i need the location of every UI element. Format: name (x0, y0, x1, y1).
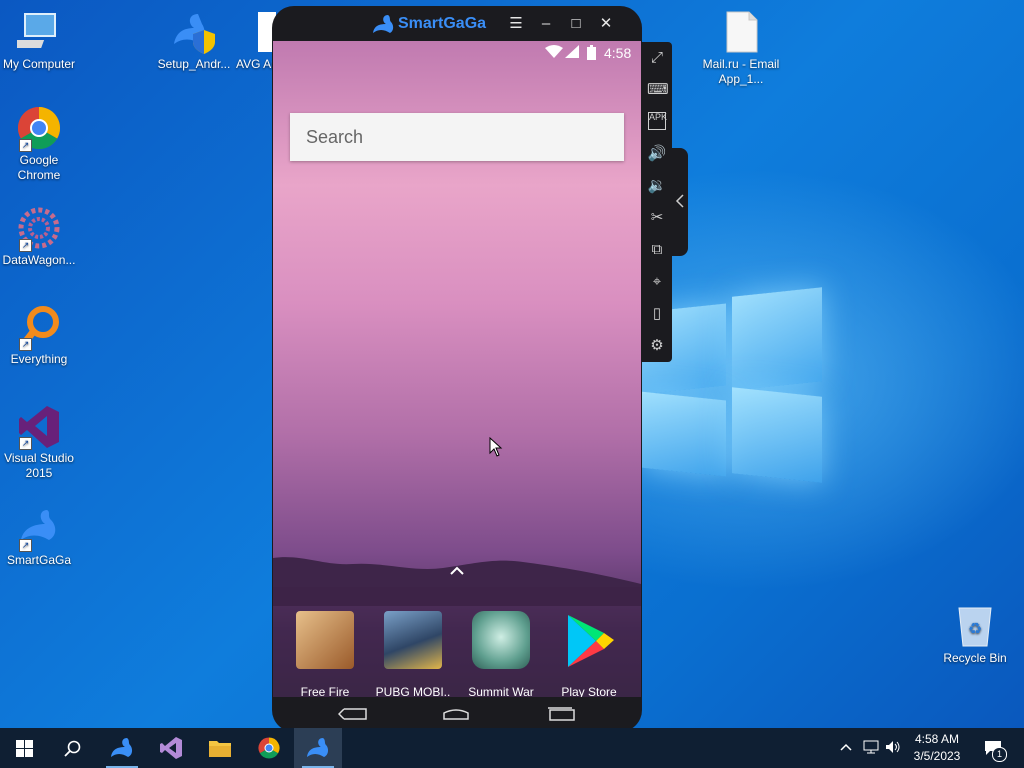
shake-icon[interactable]: ▯ (647, 304, 667, 324)
desktop-icon-visual-studio[interactable]: ↗ Visual Studio 2015 (0, 404, 78, 481)
app-play-store[interactable]: Play Store (545, 611, 633, 697)
svg-text:♻: ♻ (968, 619, 982, 638)
recycle-bin-icon: ♻ (953, 604, 997, 648)
app-dock: Free Fire PUBG MOBI.. Summit War Play St… (273, 587, 641, 697)
notification-count-badge: 1 (992, 747, 1007, 762)
screenshot-scissors-icon[interactable]: ✂ (647, 208, 667, 228)
desktop-icon-label: Recycle Bin (943, 651, 1007, 665)
back-nav-icon[interactable] (338, 707, 368, 721)
taskbar: 4:58 AM 3/5/2023 1 (0, 728, 1024, 768)
desktop-icon-smartgaga[interactable]: ↗ SmartGaGa (0, 506, 78, 568)
app-label: Play Store (561, 685, 617, 697)
wifi-icon (545, 45, 563, 62)
chrome-icon: ↗ (17, 106, 61, 152)
location-icon[interactable]: ⌖ (647, 272, 667, 292)
app-free-fire[interactable]: Free Fire (281, 611, 369, 697)
smartgaga-swan-icon (307, 738, 329, 757)
desktop-icon-label: SmartGaGa (6, 553, 72, 567)
datawagon-icon: ↗ (17, 206, 61, 252)
fullscreen-icon[interactable]: ⤢ (647, 48, 667, 68)
taskbar-search-button[interactable] (48, 728, 96, 768)
windows-start-icon (16, 740, 33, 757)
emulator-title: SmartGaGa (398, 15, 487, 32)
maximize-button[interactable]: □ (566, 14, 586, 34)
desktop-icon-google-chrome[interactable]: ↗ Google Chrome (0, 106, 78, 183)
magnifier-icon: ↗ (17, 305, 61, 351)
visual-studio-icon: ↗ (17, 404, 61, 450)
taskbar-file-explorer[interactable] (196, 728, 244, 768)
keyboard-icon[interactable]: ⌨ (647, 80, 669, 100)
battery-icon (587, 45, 596, 63)
search-bar[interactable]: Search (290, 113, 624, 161)
multi-instance-icon[interactable]: ⧉ (647, 240, 667, 260)
desktop-icon-label: Everything (10, 352, 68, 366)
android-nav-bar (272, 697, 642, 732)
smartgaga-swan-icon: ↗ (17, 506, 61, 552)
apk-install-icon[interactable]: APK (648, 112, 667, 130)
visual-studio-icon (160, 737, 182, 759)
desktop-icon-label: My Computer (2, 57, 76, 71)
app-label: Free Fire (300, 685, 350, 697)
chrome-icon (258, 737, 280, 759)
search-icon (64, 740, 81, 757)
emulator-titlebar[interactable]: SmartGaGa ☰ – □ ✕ (272, 6, 642, 42)
smartgaga-logo-icon (373, 15, 394, 33)
app-label: PUBG MOBI.. (375, 685, 451, 697)
desktop-icon-avg[interactable]: AVG Ar... & Secu... (232, 10, 276, 72)
close-button[interactable]: ✕ (596, 14, 616, 34)
desktop-icon-label: Setup_Andr... (157, 57, 231, 71)
status-clock: 4:58 (604, 45, 632, 61)
app-label: Summit War (468, 685, 534, 697)
taskbar-smartgaga[interactable] (294, 728, 342, 768)
android-home-screen[interactable]: 4:58 Search Free Fire PUBG MOBI.. Summit… (273, 41, 641, 697)
taskbar-chrome[interactable] (245, 728, 293, 768)
desktop-icon-label: Visual Studio 2015 (4, 451, 74, 480)
desktop-icon-label: Mail.ru - Email App_1... (702, 57, 780, 86)
volume-up-icon[interactable]: 🔊 (647, 144, 667, 164)
home-nav-icon[interactable] (442, 707, 470, 721)
clock-date: 3/5/2023 (913, 749, 961, 763)
signal-icon (565, 45, 579, 62)
toolbar-collapse-tab[interactable] (672, 148, 688, 256)
app-summit-war[interactable]: Summit War (457, 611, 545, 697)
desktop-icon-label: AVG Ar... & Secu... (236, 57, 276, 71)
recents-nav-icon[interactable] (547, 707, 575, 721)
chevron-left-icon (675, 194, 684, 208)
menu-icon[interactable]: ☰ (506, 14, 526, 34)
free-fire-icon (296, 611, 354, 669)
app-drawer-chevron-icon[interactable] (450, 565, 464, 575)
smartgaga-swan-icon (111, 738, 133, 757)
emulator-side-toolbar: ⤢ ⌨ APK 🔊 🔉 ✂ ⧉ ⌖ ▯ ⚙ (642, 42, 672, 362)
search-placeholder: Search (306, 127, 364, 147)
folder-icon (209, 741, 231, 757)
setup-shield-icon (172, 10, 216, 54)
volume-down-icon[interactable]: 🔉 (647, 176, 667, 196)
taskbar-smartgaga-setup[interactable] (98, 728, 146, 768)
document-icon (719, 10, 763, 54)
settings-icon[interactable]: ⚙ (647, 336, 667, 356)
desktop-icon-recycle-bin[interactable]: ♻ Recycle Bin (936, 604, 1014, 666)
play-store-icon (560, 611, 618, 669)
desktop-icon-everything[interactable]: ↗ Everything (0, 305, 78, 367)
minimize-button[interactable]: – (536, 14, 556, 34)
volume-icon[interactable] (885, 740, 901, 757)
taskbar-clock[interactable]: 4:58 AM 3/5/2023 (902, 731, 972, 765)
start-button[interactable] (0, 728, 48, 768)
desktop-icon-label: DataWagon... (2, 253, 76, 267)
desktop-icon-setup-android[interactable]: Setup_Andr... (155, 10, 233, 72)
clock-time: 4:58 AM (914, 732, 960, 746)
desktop-icon-mail-ru[interactable]: Mail.ru - Email App_1... (702, 10, 780, 87)
mouse-cursor-icon (489, 436, 503, 457)
desktop-icon-label: Google Chrome (17, 153, 61, 182)
pubg-icon (384, 611, 442, 669)
taskbar-visual-studio[interactable] (147, 728, 195, 768)
computer-icon (7, 10, 61, 54)
summit-war-icon (472, 611, 530, 669)
network-icon[interactable] (863, 740, 879, 757)
app-pubg-mobile[interactable]: PUBG MOBI.. (369, 611, 457, 697)
show-hidden-icons-chevron-icon[interactable] (840, 740, 852, 755)
desktop-icon-datawagon[interactable]: ↗ DataWagon... (0, 206, 78, 268)
action-center-button[interactable]: 1 (978, 728, 1022, 768)
desktop-icon-my-computer[interactable]: My Computer (0, 10, 78, 72)
